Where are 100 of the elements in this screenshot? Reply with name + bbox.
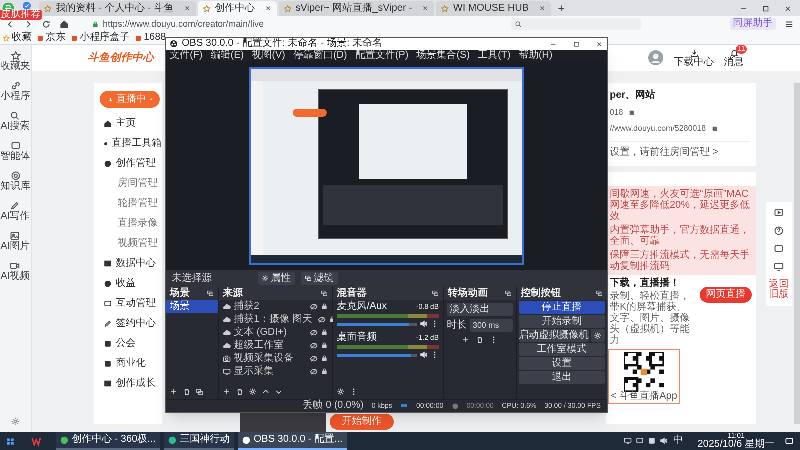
nav-item[interactable]: 创作管理 bbox=[116, 159, 156, 169]
browser-tab[interactable]: WI MOUSE HUB bbox=[436, 1, 551, 16]
close-icon[interactable] bbox=[422, 5, 430, 12]
hidden-eye-icon[interactable] bbox=[318, 316, 326, 324]
hidden-eye-icon[interactable] bbox=[310, 368, 318, 376]
nav-item[interactable]: 收益 bbox=[116, 279, 136, 289]
close-icon[interactable] bbox=[784, 4, 792, 12]
undock-icon[interactable] bbox=[432, 290, 439, 297]
lock-icon[interactable] bbox=[321, 329, 328, 336]
rail-label[interactable]: AI搜索 bbox=[0, 122, 30, 132]
volume-slider[interactable] bbox=[337, 354, 417, 356]
taskbar-app[interactable]: 三国神行动 bbox=[164, 432, 234, 450]
source-item[interactable]: 捕获2 bbox=[234, 302, 260, 312]
menu-item[interactable]: 视图(V) bbox=[252, 51, 286, 61]
nav-item[interactable]: 数据中心 bbox=[116, 259, 156, 269]
bookmark-link[interactable]: 小程序盒子 bbox=[71, 33, 130, 43]
filter-icon[interactable] bbox=[196, 388, 204, 396]
delete-icon[interactable] bbox=[476, 336, 484, 344]
video-icon[interactable] bbox=[774, 208, 784, 218]
maximize-icon[interactable] bbox=[762, 4, 770, 12]
properties-button[interactable]: 属性 bbox=[258, 272, 295, 285]
source-item[interactable]: 视频采集设备 bbox=[234, 354, 294, 364]
nav-item[interactable]: 轮播管理 bbox=[118, 199, 158, 209]
rail-label[interactable]: AI视频 bbox=[0, 272, 30, 282]
bookmark-link[interactable]: 京东 bbox=[37, 33, 66, 43]
help-icon[interactable] bbox=[774, 226, 784, 236]
add-icon[interactable] bbox=[223, 388, 231, 396]
source-item[interactable]: 文本 (GDI+) bbox=[234, 328, 288, 338]
menu-item[interactable]: 编辑(E) bbox=[210, 51, 244, 61]
lock-icon[interactable] bbox=[321, 342, 328, 349]
download-center-link[interactable]: 下载中心 bbox=[674, 58, 714, 68]
office-icon[interactable] bbox=[31, 436, 42, 446]
browser-tab[interactable]: 创作中心 bbox=[198, 1, 277, 16]
address-field[interactable]: https://www.douyu.com/creator/main/live bbox=[103, 20, 264, 28]
undock-icon[interactable] bbox=[596, 290, 603, 297]
web-live-button[interactable]: 网页直播 bbox=[700, 287, 752, 303]
scene-item[interactable]: 场景 bbox=[166, 300, 218, 313]
nav-item[interactable]: 创作成长 bbox=[116, 379, 156, 389]
sync-button[interactable]: 同屏助手 bbox=[730, 18, 776, 30]
menu-item[interactable]: 工具(T) bbox=[478, 51, 511, 61]
messages-link[interactable]: 消息 bbox=[724, 58, 744, 68]
hidden-eye-icon[interactable] bbox=[310, 342, 318, 350]
close-icon[interactable] bbox=[596, 40, 603, 48]
speaker-icon[interactable] bbox=[420, 351, 428, 359]
undock-icon[interactable] bbox=[207, 290, 214, 297]
browser-tab[interactable]: 我的资料 - 个人中心 - 斗鱼 bbox=[39, 1, 196, 16]
nav-item[interactable]: 签约中心 bbox=[116, 319, 156, 329]
search-icon[interactable] bbox=[10, 111, 20, 121]
video-icon[interactable] bbox=[10, 261, 20, 271]
nav-item[interactable]: 商业化 bbox=[116, 359, 146, 369]
delete-icon[interactable] bbox=[183, 388, 191, 396]
menu-item[interactable]: 停靠窗口(D) bbox=[293, 51, 348, 61]
move-up-icon[interactable] bbox=[262, 388, 270, 396]
nav-item[interactable]: 公会 bbox=[116, 339, 136, 349]
start-create-button[interactable]: 开始制作 bbox=[330, 414, 394, 430]
delete-icon[interactable] bbox=[236, 388, 244, 396]
control-button[interactable]: 停止直播 bbox=[519, 301, 605, 314]
close-icon[interactable] bbox=[264, 5, 272, 12]
reload-icon[interactable] bbox=[42, 20, 51, 28]
chat-icon[interactable] bbox=[774, 244, 784, 254]
control-button[interactable]: 退出 bbox=[519, 371, 605, 384]
maximize-icon[interactable] bbox=[573, 40, 580, 48]
rail-label[interactable]: 智能体 bbox=[0, 152, 30, 162]
bookmark-link[interactable]: 收藏 bbox=[3, 33, 32, 43]
browser-tab[interactable]: sViper~ 网站直播_sViper - bbox=[278, 1, 434, 16]
menu-item[interactable]: 文件(F) bbox=[170, 51, 203, 61]
rail-label[interactable]: 知识库 bbox=[0, 182, 30, 192]
star-icon[interactable] bbox=[10, 51, 20, 61]
new-tab-icon[interactable] bbox=[556, 4, 566, 13]
rail-label[interactable]: 收藏夹 bbox=[0, 62, 30, 72]
start-icon[interactable] bbox=[6, 436, 15, 446]
skin-label[interactable]: 皮肤推荐 bbox=[0, 10, 42, 20]
notification-icon[interactable] bbox=[785, 436, 794, 446]
bookmark-link[interactable]: 1688 bbox=[135, 33, 166, 43]
avatar-icon[interactable] bbox=[648, 50, 664, 66]
close-icon[interactable] bbox=[184, 5, 191, 12]
control-button[interactable]: 工作室模式 bbox=[519, 343, 605, 356]
hidden-eye-icon[interactable] bbox=[310, 354, 318, 362]
tray-chat-icon[interactable] bbox=[636, 437, 644, 445]
lock-icon[interactable] bbox=[321, 368, 328, 375]
nav-item[interactable]: 直播录像 bbox=[118, 219, 158, 229]
hidden-eye-icon[interactable] bbox=[310, 302, 318, 310]
menu-item[interactable]: 帮助(H) bbox=[518, 51, 553, 61]
add-icon[interactable] bbox=[170, 388, 178, 396]
taskbar-app[interactable]: 创作中心 - 360极... bbox=[56, 432, 160, 450]
source-item[interactable]: 显示采集 bbox=[234, 366, 274, 376]
search-field[interactable] bbox=[511, 18, 641, 30]
menu-item[interactable]: 配置文件(P) bbox=[355, 51, 409, 61]
nav-item[interactable]: 视频管理 bbox=[118, 239, 158, 249]
rail-label[interactable]: AI图片 bbox=[0, 242, 30, 252]
control-button[interactable]: 设置 bbox=[519, 357, 605, 370]
duration-field[interactable]: 300 ms bbox=[470, 319, 513, 332]
nav-item[interactable]: 房间管理 bbox=[118, 179, 158, 189]
bell-icon[interactable] bbox=[730, 48, 738, 58]
menu-icon[interactable] bbox=[785, 20, 794, 28]
source-item[interactable]: 捕获1：摄像 图天 bbox=[234, 314, 312, 324]
move-down-icon[interactable] bbox=[275, 388, 283, 396]
lock-icon[interactable] bbox=[321, 355, 328, 362]
volume-icon[interactable] bbox=[660, 437, 668, 445]
link-icon[interactable] bbox=[10, 81, 20, 91]
